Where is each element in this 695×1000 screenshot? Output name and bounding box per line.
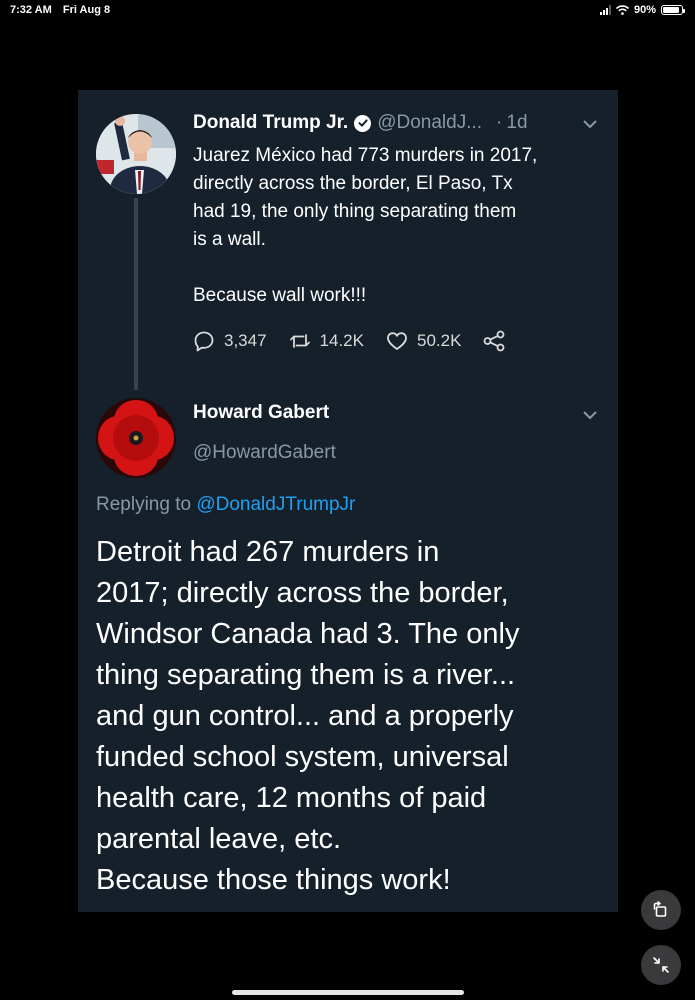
rotate-screen-icon [653,901,667,917]
status-date: Fri Aug 8 [62,4,111,16]
thread-connector [134,198,138,390]
tweet-actions: 3,347 14.2K 50.2K [193,330,536,352]
cellular-signal-icon [599,5,611,15]
share-button[interactable] [483,330,514,352]
meta-separator: · [496,112,503,133]
reply-text: Detroit had 267 murders in 2017; directl… [96,536,520,896]
battery-percent: 90% [633,4,656,16]
verified-badge-icon [354,114,372,132]
author-handle[interactable]: @DonaldJ... [377,112,482,134]
battery-icon [661,5,685,15]
status-time: 7:32 AM [10,4,52,16]
avatar[interactable] [96,114,176,194]
like-count: 50.2K [416,331,462,350]
replying-to-link[interactable]: @DonaldJTrumpJr [196,494,355,515]
tweet-card: Donald Trump Jr. @DonaldJ... · 1d Juarez… [78,90,618,912]
chevron-down-icon[interactable] [583,119,597,129]
reply-count: 3,347 [224,331,267,350]
like-button[interactable]: 50.2K [386,330,461,352]
retweet-count: 14.2K [319,331,364,350]
replying-to: Replying to @DonaldJTrumpJr [96,494,355,516]
home-indicator[interactable] [232,990,464,995]
share-icon [484,330,505,352]
collapse-button[interactable] [641,945,681,985]
reply-icon [194,331,214,352]
status-bar: 7:32 AM Fri Aug 8 90% [0,0,695,22]
wifi-icon [615,5,629,15]
replying-label: Replying to [96,494,192,515]
author-name[interactable]: Donald Trump Jr. [193,112,348,134]
reply-author-name[interactable]: Howard Gabert [193,402,329,424]
reply-button[interactable]: 3,347 [193,330,267,352]
like-icon [387,332,407,350]
avatar[interactable] [96,398,176,478]
tweet-text: Juarez México had 773 murders in 2017, d… [193,145,538,306]
collapse-icon [653,957,669,973]
reply-author-handle[interactable]: @HowardGabert [193,442,336,464]
retweet-button[interactable]: 14.2K [289,330,364,352]
chevron-down-icon[interactable] [583,410,597,420]
rotate-screen-button[interactable] [641,890,681,930]
tweet-age: 1d [506,112,528,133]
retweet-icon [289,334,310,348]
